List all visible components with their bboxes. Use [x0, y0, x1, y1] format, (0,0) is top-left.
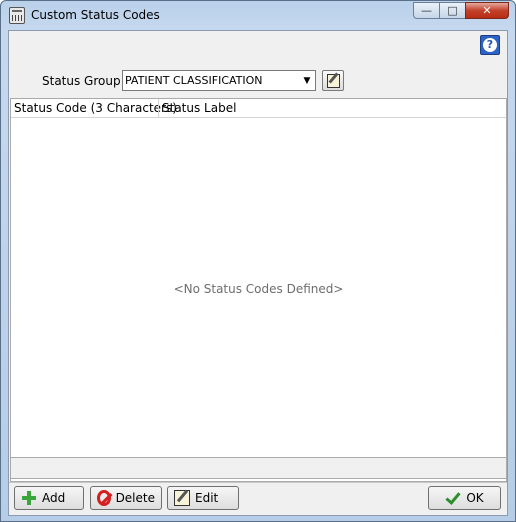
edit-group-button[interactable]	[322, 70, 344, 91]
close-button[interactable]: ✕	[465, 2, 509, 19]
checkmark-icon	[445, 490, 461, 506]
edit-button-label: Edit	[195, 491, 219, 505]
caption-buttons: — □ ✕	[413, 2, 509, 20]
maximize-button[interactable]: □	[439, 2, 465, 19]
edit-icon	[174, 490, 190, 506]
status-codes-table[interactable]: Status Code (3 Characters) Status Label …	[10, 98, 507, 482]
status-group-label: Status Group:	[42, 74, 125, 88]
chevron-down-icon[interactable]: ▼	[299, 71, 315, 90]
minimize-button[interactable]: —	[413, 2, 439, 19]
add-button[interactable]: Add	[14, 486, 84, 510]
column-divider[interactable]	[158, 99, 159, 117]
app-calendar-icon	[9, 7, 25, 24]
dialog-client-area: ? Status Group: PATIENT CLASSIFICATION ▼…	[8, 30, 508, 516]
delete-button[interactable]: Delete	[90, 486, 162, 510]
status-group-value: PATIENT CLASSIFICATION	[125, 74, 263, 87]
column-header-status-label[interactable]: Status Label	[162, 101, 236, 115]
empty-table-message: <No Status Codes Defined>	[173, 282, 344, 296]
column-header-status-code[interactable]: Status Code (3 Characters)	[14, 101, 177, 115]
add-button-label: Add	[42, 491, 66, 505]
horizontal-scrollbar[interactable]	[10, 457, 507, 479]
table-header: Status Code (3 Characters) Status Label	[11, 99, 506, 118]
plus-icon	[21, 490, 37, 506]
delete-button-label: Delete	[115, 491, 155, 505]
help-icon: ?	[483, 38, 497, 52]
title-bar[interactable]: Custom Status Codes — □ ✕	[1, 1, 515, 30]
no-sign-icon	[97, 490, 111, 506]
ok-button[interactable]: OK	[428, 486, 501, 510]
edit-button[interactable]: Edit	[167, 486, 239, 510]
ok-button-label: OK	[466, 491, 484, 505]
help-button[interactable]: ?	[480, 35, 500, 55]
custom-status-codes-window: Custom Status Codes — □ ✕ ? Status Group…	[0, 0, 516, 522]
edit-icon	[326, 73, 340, 88]
status-group-select[interactable]: PATIENT CLASSIFICATION ▼	[122, 70, 316, 91]
footer-divider	[9, 482, 507, 483]
window-title: Custom Status Codes	[31, 8, 160, 22]
